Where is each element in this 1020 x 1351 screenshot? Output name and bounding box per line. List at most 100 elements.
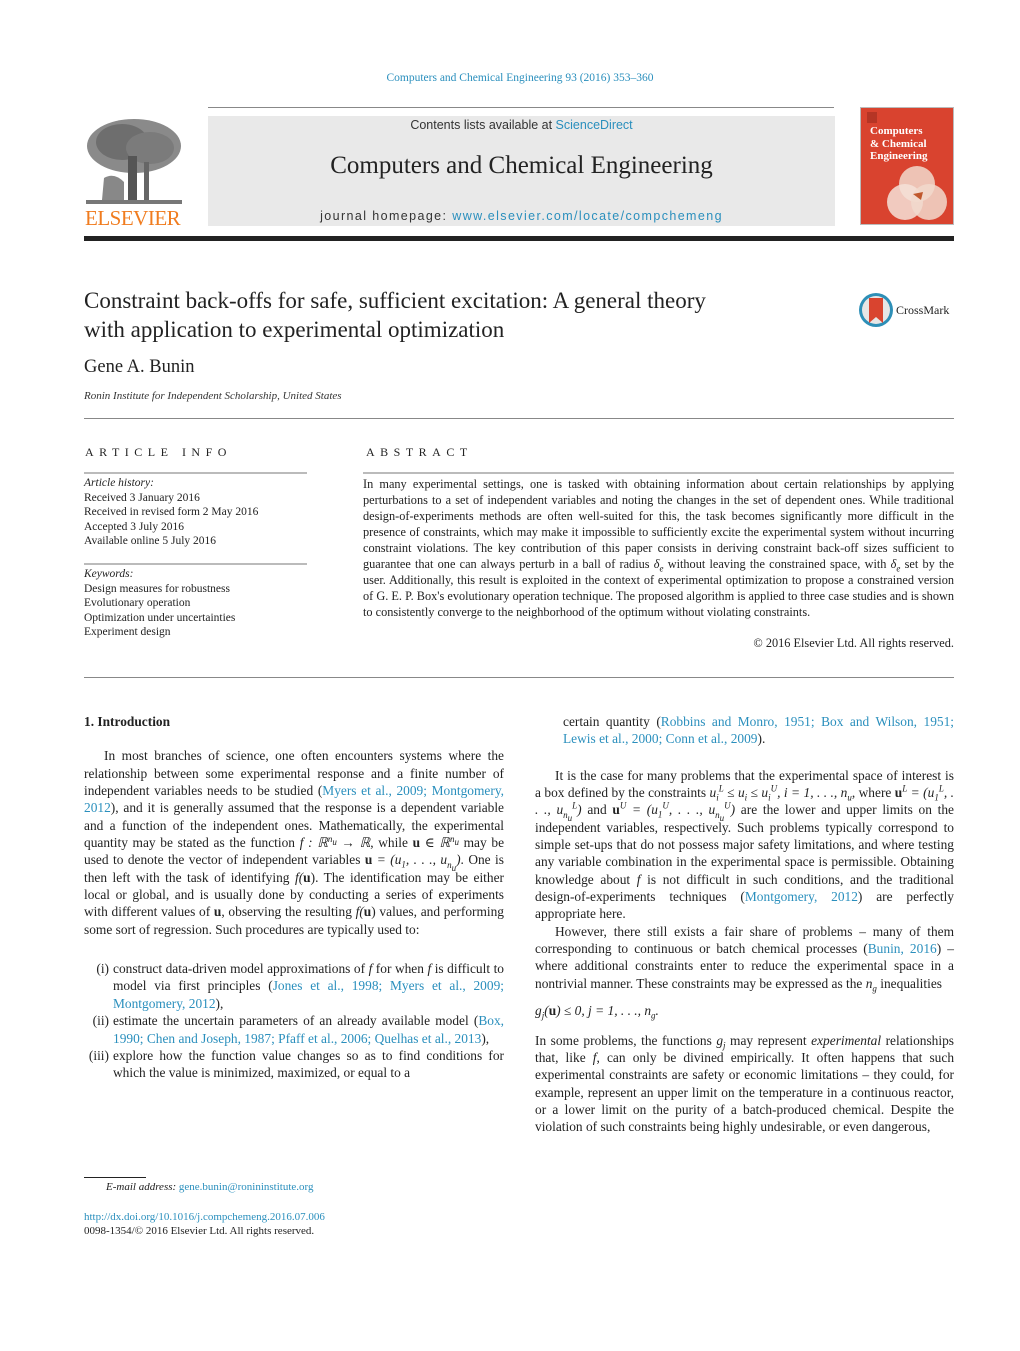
text: certain quantity ( [563,714,661,729]
footnote-divider [84,1177,146,1178]
text: ), [215,995,224,1011]
enumerated-list: (i) construct data-driven model approxima… [84,960,504,1081]
citation-link[interactable]: Montgomery, 2012 [745,889,858,904]
math: ∈ ℝnu [420,834,459,851]
homepage-prefix: journal homepage: [320,209,453,223]
text: estimate the uncertain parameters of an … [113,1013,479,1029]
math-text: g [535,1003,542,1019]
abstract-heading: ABSTRACT [366,445,473,459]
sciencedirect-link[interactable]: ScienceDirect [556,118,633,132]
header-thick-rule [84,236,954,241]
math-text: ≤ 0, j = 1, . . ., n [560,1003,652,1019]
math-text: f( [294,869,304,885]
cover-venn-graphic [867,112,947,220]
list-item-continuation: certain quantity (Robbins and Monro, 195… [535,713,954,748]
homepage-line: journal homepage: www.elsevier.com/locat… [208,209,835,223]
author-name[interactable]: Gene A. Bunin [84,357,194,378]
doi-link[interactable]: http://dx.doi.org/10.1016/j.compchemeng.… [84,1211,325,1223]
text: may represent [725,1032,812,1048]
divider [84,418,954,419]
keyword: Evolutionary operation [84,597,191,609]
email-footnote: E-mail address: gene.bunin@ronininstitut… [106,1181,314,1193]
math: uiL ≤ ui ≤ uiU [709,783,778,803]
journal-header-band: Contents lists available at ScienceDirec… [208,116,835,226]
math-text: ∈ ℝ [420,835,450,851]
paragraph: In most branches of science, one often e… [84,747,504,938]
math: f : ℝnu → ℝ [299,834,371,851]
text: inequalities [876,975,942,991]
math: uU = (u1U, . . ., unuU) [612,800,736,823]
math-text: → ℝ [336,835,371,851]
divider [84,563,307,565]
history-item: Received 3 January 2016 [84,491,200,504]
crossmark-label: CrossMark [896,303,950,317]
article-history: Article history: Received 3 January 2016… [84,476,258,549]
text: , observing the resulting [221,904,356,920]
email-label: E-mail address: [106,1181,179,1193]
list-item: (iii) explore how the function value chan… [84,1047,504,1082]
text: In some problems, the functions [535,1032,717,1048]
keywords-label: Keywords: [84,568,134,580]
paragraph: It is the case for many problems that th… [535,767,955,922]
abstract-segment: without leaving the constrained space, w… [663,557,891,571]
keyword: Optimization under uncertainties [84,611,236,624]
equation: gj(u) ≤ 0, j = 1, . . ., ng. [535,1003,659,1021]
crossmark-button[interactable]: CrossMark [858,292,958,328]
emphasis: experimental [811,1032,882,1048]
math-text: j [541,1010,545,1021]
contents-line: Contents lists available at ScienceDirec… [208,118,835,132]
math: = (u1, . . ., unu) [372,852,461,872]
math-text: , i = 1, . . ., n [777,785,848,801]
body-column-left: 1. Introduction In most branches of scie… [84,713,504,1082]
math-delta: δe [891,557,901,573]
body-column-right: certain quantity (Robbins and Monro, 195… [535,713,954,1136]
text: ), [481,1030,490,1046]
list-item: (ii) estimate the uncertain parameters of… [84,1012,504,1047]
article-title: Constraint back-offs for safe, sufficien… [84,286,844,344]
list-number: (ii) [92,1013,109,1029]
history-item: Available online 5 July 2016 [84,535,217,547]
history-item: Received in revised form 2 May 2016 [84,506,259,518]
article-title-line: Constraint back-offs for safe, sufficien… [84,288,706,313]
elsevier-tree-icon [84,116,184,208]
section-heading: 1. Introduction [84,714,171,729]
abstract-copyright: © 2016 Elsevier Ltd. All rights reserved… [753,636,954,650]
header-divider [208,107,834,108]
history-label: Article history: [84,477,154,489]
paragraph: In some problems, the functions gj may r… [535,1032,954,1136]
text: , can only be divined empirically. It of… [535,1049,955,1135]
math-text: f( [355,904,364,920]
journal-cover-thumbnail[interactable]: Computers & Chemical Engineering [860,107,954,225]
text: and [581,802,613,818]
journal-homepage-link[interactable]: www.elsevier.com/locate/compchemeng [452,209,723,223]
text: ). [757,731,766,747]
math-text: . [655,1003,659,1019]
crossmark-icon [859,293,893,327]
text: construct data-driven model approximatio… [113,961,369,977]
text: , where [851,785,895,801]
list-number: (iii) [88,1047,109,1063]
keywords: Keywords: Design measures for robustness… [84,567,235,640]
issn-copyright: 0098-1354/© 2016 Elsevier Ltd. All right… [84,1225,315,1237]
email-link[interactable]: gene.bunin@ronininstitute.org [179,1181,314,1193]
abstract-text: In many experimental settings, one is ta… [363,476,954,620]
math-text: , . . ., u [405,852,448,868]
text: , while [370,835,413,851]
math-text: = (u [372,852,402,868]
contents-prefix: Contents lists available at [410,118,556,132]
list-item: (i) construct data-driven model approxima… [84,960,504,1012]
math-text: g [716,1032,724,1048]
keyword: Design measures for robustness [84,582,230,595]
divider [84,472,307,474]
math-vector: u [412,835,421,851]
text: for when [372,961,428,977]
math-text: f : ℝ [299,835,328,851]
journal-citation-link[interactable]: Computers and Chemical Engineering 93 (2… [0,72,1020,84]
citation-link[interactable]: Bunin, 2016 [868,941,937,956]
text: explore how the function value changes s… [113,1047,504,1081]
elsevier-logo[interactable]: ELSEVIER [84,116,186,230]
author-affiliation: Ronin Institute for Independent Scholars… [84,390,342,402]
history-item: Accepted 3 July 2016 [84,520,184,533]
journal-name: Computers and Chemical Engineering [330,152,713,179]
math-vector: u [303,869,311,885]
